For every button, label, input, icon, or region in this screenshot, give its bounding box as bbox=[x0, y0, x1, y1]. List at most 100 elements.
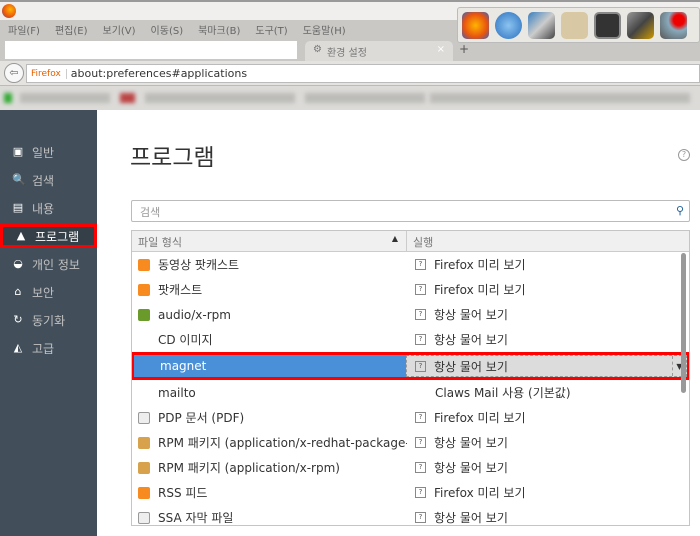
menu-item[interactable]: 이동(S) bbox=[151, 22, 184, 37]
table-row[interactable]: RSS 피드? Firefox 미리 보기 bbox=[132, 480, 689, 505]
table-row[interactable]: RPM 패키지 (application/x-rpm)? 항상 물어 보기 bbox=[132, 455, 689, 480]
file-type-label: audio/x-rpm bbox=[158, 307, 231, 322]
file-type-label: CD 이미지 bbox=[158, 333, 213, 347]
qbittorrent-icon[interactable] bbox=[495, 11, 522, 39]
blank-tab[interactable] bbox=[5, 41, 297, 59]
ask-icon: ? bbox=[415, 437, 426, 448]
search-input[interactable]: 검색 ⚲ bbox=[131, 200, 690, 222]
bookmark-blurred[interactable] bbox=[145, 93, 295, 103]
file-type-label: 팟캐스트 bbox=[158, 283, 203, 297]
close-tab-icon[interactable]: × bbox=[437, 44, 445, 58]
table-row[interactable]: magnet? 항상 물어 보기 ▼ bbox=[132, 352, 689, 380]
page-title: 프로그램 bbox=[130, 145, 215, 171]
file-type-label: PDP 문서 (PDF) bbox=[158, 411, 245, 425]
action-cell: Claws Mail 사용 (기본값) bbox=[407, 380, 689, 405]
table-row[interactable]: audio/x-rpm? 항상 물어 보기 bbox=[132, 302, 689, 327]
sidebar-item-label: 일반 bbox=[32, 145, 55, 160]
pkg-icon bbox=[138, 461, 150, 474]
action-cell: ? 항상 물어 보기 bbox=[407, 430, 689, 455]
action-label: Firefox 미리 보기 bbox=[434, 411, 526, 425]
file-type-label: RPM 패키지 (application/x-rpm) bbox=[158, 461, 340, 475]
table-row[interactable]: CD 이미지 ? 항상 물어 보기 bbox=[132, 327, 689, 352]
action-cell[interactable]: ? 항상 물어 보기 ▼ bbox=[406, 355, 687, 377]
table-row[interactable]: SSA 자막 파일? 항상 물어 보기 bbox=[132, 505, 689, 525]
pkg-icon bbox=[138, 436, 150, 449]
column-header-action[interactable]: 실행 bbox=[407, 231, 439, 251]
search-placeholder: 검색 bbox=[140, 206, 161, 219]
preferences-sidebar: ▣ 일반 🔍 검색 ▤ 내용 ▲ 프로그램 ◒ 개인 정보 ⌂ 보안 ↻ 동기화 ◭ 고급 bbox=[0, 110, 97, 536]
ask-icon: ? bbox=[415, 412, 426, 423]
menu-item[interactable]: 도구(T) bbox=[255, 22, 287, 37]
terminal-icon[interactable] bbox=[594, 11, 621, 39]
rss-icon bbox=[138, 486, 150, 499]
content-icon: ▤ bbox=[12, 201, 24, 214]
menu-item[interactable]: 보기(V) bbox=[103, 22, 136, 37]
menu-item[interactable]: 파일(F) bbox=[8, 22, 40, 37]
file-type-cell: RPM 패키지 (application/x-redhat-package-… bbox=[132, 430, 407, 455]
action-cell: ? 항상 물어 보기 bbox=[407, 327, 689, 352]
table-row[interactable]: 동영상 팟캐스트? Firefox 미리 보기 bbox=[132, 252, 689, 277]
sidebar-item-privacy[interactable]: ◒ 개인 정보 bbox=[0, 252, 97, 276]
advanced-icon: ◭ bbox=[13, 341, 23, 354]
firefox-icon[interactable] bbox=[462, 11, 489, 39]
sidebar-item-label: 내용 bbox=[32, 201, 55, 216]
table-row[interactable]: PDP 문서 (PDF)? Firefox 미리 보기 bbox=[132, 405, 689, 430]
ask-icon: ? bbox=[415, 512, 426, 523]
sidebar-item-applications[interactable]: ▲ 프로그램 bbox=[0, 224, 97, 248]
file-type-cell: SSA 자막 파일 bbox=[132, 505, 407, 525]
sort-ascending-icon: ▲ bbox=[391, 234, 398, 243]
file-type-cell: 동영상 팟캐스트 bbox=[132, 252, 407, 277]
network-app-icon[interactable] bbox=[660, 11, 687, 39]
none-icon bbox=[140, 360, 152, 372]
identity-label[interactable]: Firefox bbox=[31, 68, 67, 79]
sidebar-item-label: 보안 bbox=[32, 285, 55, 300]
back-button[interactable]: ⇦ bbox=[4, 63, 24, 83]
general-icon: ▣ bbox=[12, 145, 24, 158]
column-type-label: 파일 형식 bbox=[138, 236, 182, 249]
column-header-type[interactable]: 파일 형식 ▲ bbox=[132, 231, 407, 251]
sidebar-item-security[interactable]: ⌂ 보안 bbox=[0, 280, 97, 304]
bookmark-blurred[interactable] bbox=[305, 93, 425, 103]
sidebar-item-general[interactable]: ▣ 일반 bbox=[0, 140, 97, 164]
scrollbar[interactable] bbox=[681, 253, 686, 393]
rss-icon bbox=[138, 283, 150, 296]
help-icon[interactable]: ? bbox=[678, 149, 690, 161]
gimp-icon[interactable] bbox=[627, 11, 654, 39]
bookmark-blurred[interactable] bbox=[430, 93, 690, 103]
table-row[interactable]: mailto Claws Mail 사용 (기본값) bbox=[132, 380, 689, 405]
sidebar-item-sync[interactable]: ↻ 동기화 bbox=[0, 308, 97, 332]
action-cell: ? 항상 물어 보기 bbox=[407, 505, 689, 525]
action-label: 항상 물어 보기 bbox=[434, 308, 508, 322]
url-bar[interactable]: Firefox about:preferences#applications bbox=[26, 64, 700, 83]
sidebar-item-label: 검색 bbox=[32, 173, 55, 188]
bookmark-blurred[interactable] bbox=[4, 93, 12, 103]
search-icon[interactable]: ⚲ bbox=[676, 204, 684, 217]
menu-item[interactable]: 북마크(B) bbox=[198, 22, 240, 37]
gear-icon: ⚙ bbox=[313, 44, 322, 55]
folder-icon[interactable] bbox=[561, 11, 588, 39]
video-editor-icon[interactable] bbox=[528, 11, 555, 39]
action-label: 항상 물어 보기 bbox=[434, 511, 508, 525]
action-label: 항상 물어 보기 bbox=[434, 359, 508, 374]
sidebar-item-search[interactable]: 🔍 검색 bbox=[0, 168, 97, 192]
new-tab-button[interactable]: + bbox=[459, 42, 469, 56]
blank-icon bbox=[415, 387, 427, 399]
applications-table: 파일 형식 ▲ 실행 동영상 팟캐스트? Firefox 미리 보기 팟캐스트? Fir… bbox=[131, 230, 690, 526]
file-type-label: RPM 패키지 (application/x-redhat-package-… bbox=[158, 436, 407, 450]
action-label: Firefox 미리 보기 bbox=[434, 486, 526, 500]
menu-item[interactable]: 도움말(H) bbox=[303, 22, 346, 37]
file-type-cell: magnet bbox=[134, 355, 406, 377]
table-row[interactable]: RPM 패키지 (application/x-redhat-package-…?… bbox=[132, 430, 689, 455]
privacy-icon: ◒ bbox=[13, 257, 23, 270]
doc-icon bbox=[138, 511, 150, 524]
table-row[interactable]: 팟캐스트? Firefox 미리 보기 bbox=[132, 277, 689, 302]
bookmark-blurred[interactable] bbox=[20, 93, 110, 103]
url-text: about:preferences#applications bbox=[70, 67, 248, 80]
menu-item[interactable]: 편집(E) bbox=[55, 22, 88, 37]
tab-preferences[interactable]: ⚙ 환경 설정 × bbox=[305, 41, 453, 61]
action-label: 항상 물어 보기 bbox=[434, 436, 508, 450]
sidebar-item-advanced[interactable]: ◭ 고급 bbox=[0, 336, 97, 360]
bookmark-blurred[interactable] bbox=[120, 93, 135, 103]
sidebar-item-label: 개인 정보 bbox=[32, 257, 80, 272]
sidebar-item-content[interactable]: ▤ 내용 bbox=[0, 196, 97, 220]
